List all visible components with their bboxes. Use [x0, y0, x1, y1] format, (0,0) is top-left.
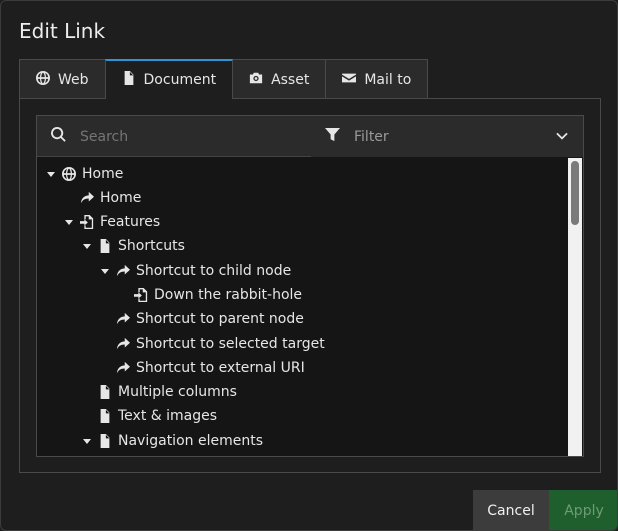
tree-node-label: Shortcut to child node: [136, 263, 292, 279]
tree-node-label: Features: [100, 214, 161, 230]
tab-document[interactable]: Document: [104, 59, 234, 99]
mountpoint-icon: [132, 283, 150, 307]
caret-down-icon[interactable]: [78, 429, 96, 453]
search-input[interactable]: [80, 128, 280, 145]
shortcut-icon: [114, 356, 132, 380]
tab-web-label: Web: [58, 71, 89, 88]
tab-mail-to[interactable]: Mail to: [325, 59, 429, 99]
tree-node[interactable]: Shortcut to selected target: [96, 332, 325, 356]
shortcut-icon: [114, 259, 132, 283]
tree-node-label: Down the rabbit-hole: [154, 287, 303, 303]
tree-node-label: Multiple columns: [118, 384, 237, 400]
filter-label: Filter: [354, 128, 389, 145]
tree-node[interactable]: Home: [60, 186, 141, 210]
tree-node[interactable]: Navigation elements: [78, 429, 263, 453]
tab-asset-label: Asset: [271, 71, 310, 88]
tree-node[interactable]: Home: [42, 162, 123, 186]
tree-node-label: Text & images: [118, 408, 218, 424]
tree-scrollbar[interactable]: [568, 158, 582, 456]
camera-icon: [249, 71, 263, 89]
tree-node-label: Navigation elements: [118, 433, 263, 449]
shortcut-icon: [78, 186, 96, 210]
tree-node[interactable]: Features: [60, 210, 160, 234]
cancel-button[interactable]: Cancel: [473, 490, 549, 530]
shortcut-icon: [114, 332, 132, 356]
chevron-down-icon: [555, 129, 569, 143]
search-icon: [51, 127, 66, 146]
tree-toolbar: Filter: [37, 116, 583, 157]
envelope-icon: [342, 71, 357, 89]
tree-node[interactable]: Down the rabbit-hole: [114, 283, 302, 307]
file-icon: [96, 380, 114, 404]
tab-asset[interactable]: Asset: [232, 59, 327, 99]
tree-node[interactable]: Shortcut to child node: [96, 259, 291, 283]
tree-node[interactable]: Multiple columns: [78, 380, 237, 404]
page-tree: Filter Home: [36, 115, 584, 457]
tree-node-label: Shortcut to external URI: [136, 360, 305, 376]
edit-link-modal: Edit Link Web Document Asset Mail to Sea…: [0, 0, 618, 531]
tree-node-label: Shortcuts: [118, 238, 185, 254]
caret-down-icon[interactable]: [60, 210, 78, 234]
mountpoint-icon: [78, 210, 96, 234]
tab-web[interactable]: Web: [19, 59, 106, 99]
tree-node[interactable]: Shortcut to external URI: [96, 356, 305, 380]
file-icon: [122, 71, 136, 89]
globe-icon: [36, 70, 50, 89]
apply-button[interactable]: Apply: [549, 490, 617, 530]
tree-node-label: Home: [100, 190, 142, 206]
caret-down-icon[interactable]: [96, 259, 114, 283]
tree-node[interactable]: Shortcut to parent node: [96, 307, 304, 331]
search-field: [37, 116, 311, 157]
file-icon: [96, 429, 114, 453]
caret-down-icon[interactable]: [42, 162, 60, 186]
file-icon: [96, 404, 114, 428]
tree-node[interactable]: Shortcuts: [78, 234, 185, 258]
tree-node-label: Shortcut to parent node: [136, 311, 304, 327]
caret-down-icon[interactable]: [78, 234, 96, 258]
tab-document-label: Document: [143, 72, 217, 88]
modal-title: Edit Link: [19, 19, 106, 43]
scrollbar-thumb[interactable]: [571, 161, 579, 225]
tree-node-label: Home: [82, 166, 124, 182]
globe-icon: [60, 162, 78, 186]
filter-dropdown[interactable]: Filter: [311, 116, 583, 157]
tree-list: Home Home Features Shortcuts Shortcut to…: [37, 158, 569, 456]
document-tab-panel: Filter Home: [19, 98, 601, 473]
tree-node-label: Shortcut to selected target: [136, 336, 325, 352]
filter-icon: [325, 127, 340, 146]
file-icon: [96, 234, 114, 258]
tab-mail-to-label: Mail to: [364, 71, 412, 88]
link-type-tabs: Web Document Asset Mail to: [19, 59, 429, 99]
shortcut-icon: [114, 307, 132, 331]
tree-node[interactable]: Text & images: [78, 404, 217, 428]
